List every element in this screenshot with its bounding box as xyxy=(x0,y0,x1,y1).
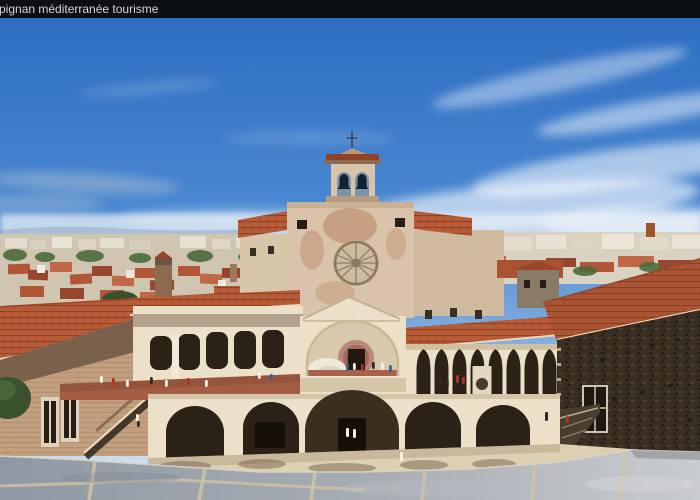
palace-courtyard-photo xyxy=(0,18,700,500)
photo-canvas xyxy=(0,18,700,500)
grille-window xyxy=(255,422,285,448)
cathedral-tower xyxy=(154,251,172,303)
left-wing-window-2 xyxy=(61,394,79,442)
browser-titlebar: pignan méditerranée tourisme xyxy=(0,0,700,19)
tower-window-right xyxy=(395,218,405,227)
left-wing-window xyxy=(41,397,59,447)
small-red-tower xyxy=(646,223,655,237)
page-title: pignan méditerranée tourisme xyxy=(0,0,158,18)
small-tower xyxy=(230,264,237,282)
gallery-roundel xyxy=(476,378,488,390)
tower-window-left xyxy=(297,220,307,229)
rose-window xyxy=(333,240,379,286)
screenshot-root: pignan méditerranée tourisme xyxy=(0,0,700,500)
bell-gable xyxy=(324,148,381,202)
